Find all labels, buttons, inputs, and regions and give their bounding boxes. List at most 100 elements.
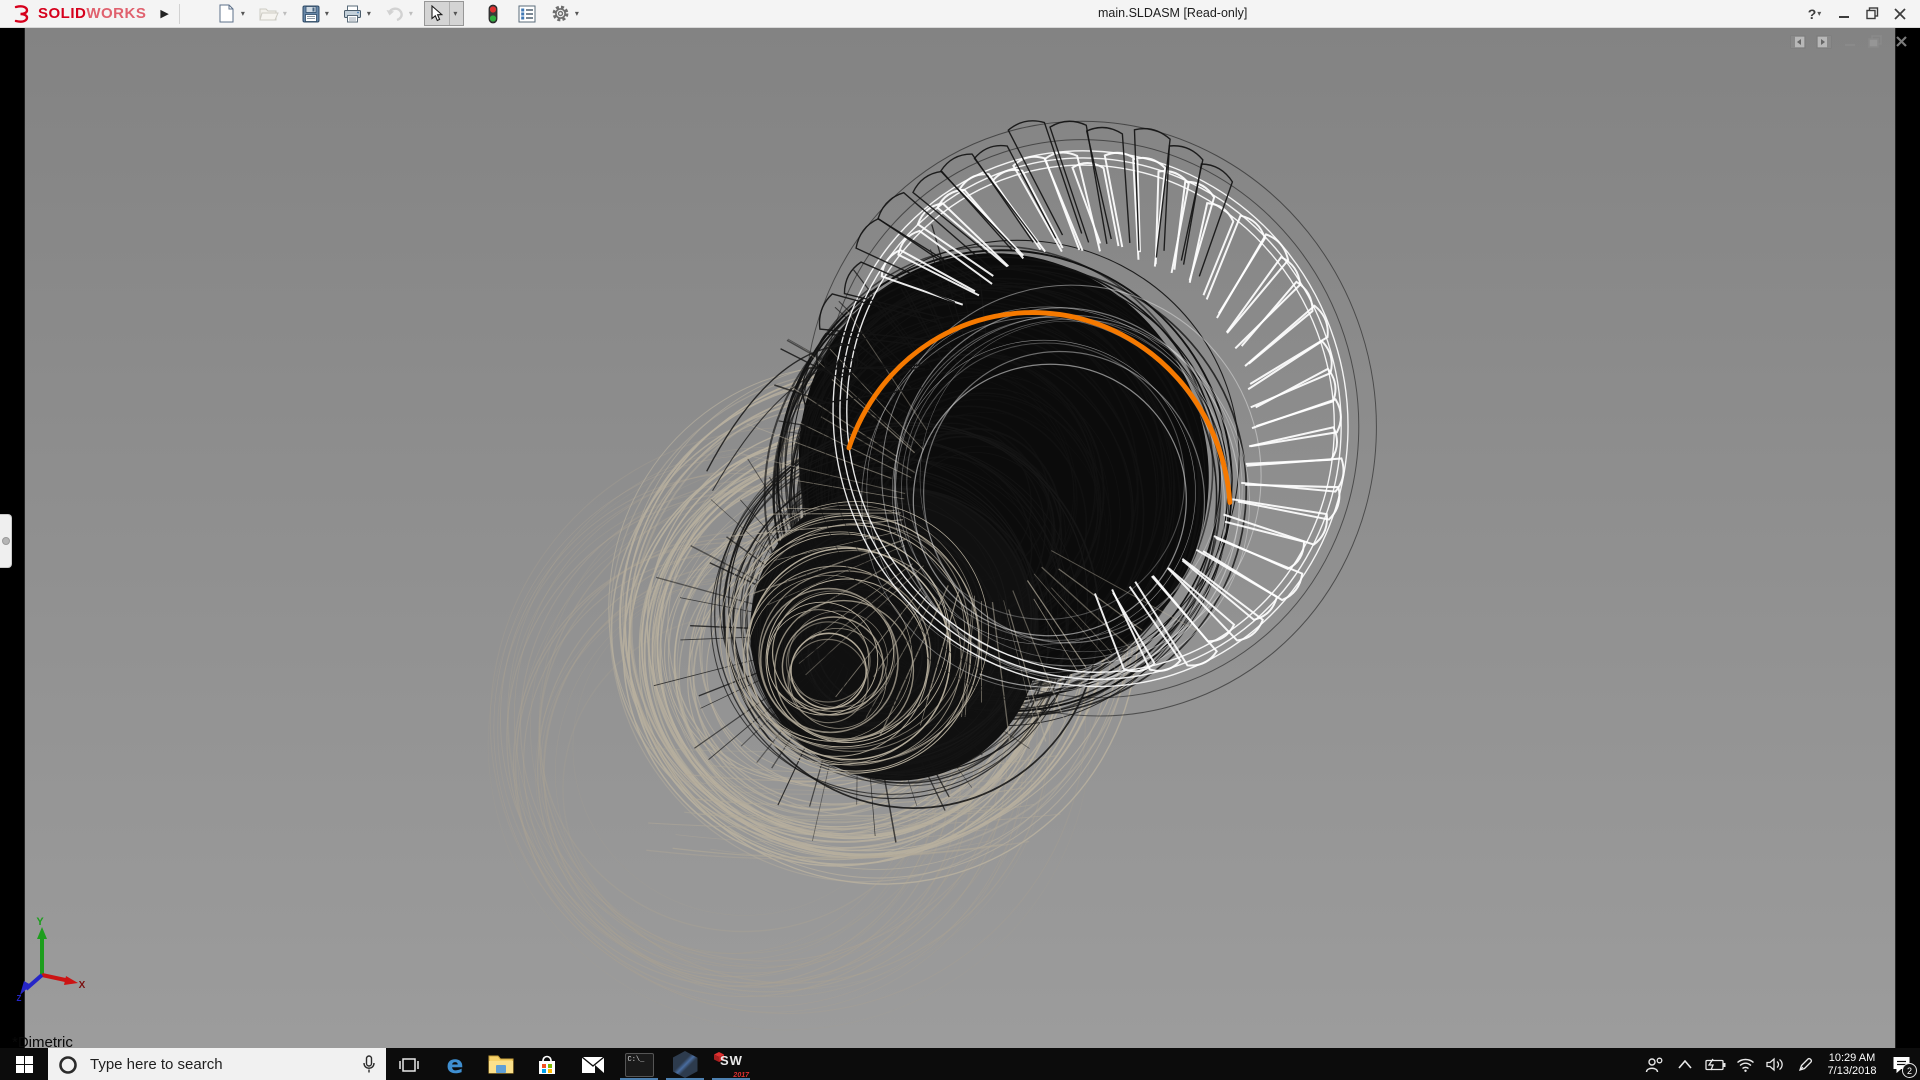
clock-date: 7/13/2018 — [1827, 1064, 1877, 1077]
close-button[interactable] — [1886, 0, 1914, 27]
taskbar-item-file-explorer[interactable] — [478, 1048, 524, 1080]
minimize-icon — [1839, 15, 1849, 18]
taskbar: e C:\_ — [0, 1048, 1920, 1080]
taskbar-item-solidworks[interactable]: SW 2017 — [708, 1048, 754, 1080]
properties-button[interactable] — [514, 1, 540, 26]
task-view-icon — [399, 1057, 419, 1072]
options-button[interactable] — [548, 1, 574, 26]
select-dropdown-icon: ▾ — [453, 9, 458, 18]
graphics-viewport[interactable]: Y X Z *Dimetric — [0, 28, 1920, 1048]
clock-time: 10:29 AM — [1828, 1051, 1876, 1064]
options-dropdown-icon[interactable]: ▾ — [575, 9, 579, 18]
minimize-button[interactable] — [1830, 0, 1858, 27]
child-close-button[interactable] — [1893, 34, 1910, 49]
triad-y-label: Y — [36, 916, 44, 928]
child-minimize-button[interactable] — [1841, 34, 1858, 49]
gear-icon — [552, 5, 569, 22]
open-document-button[interactable] — [256, 1, 282, 26]
undo-arrow-icon — [386, 7, 404, 21]
chevron-up-icon — [1678, 1060, 1692, 1069]
file-explorer-icon — [488, 1055, 514, 1074]
app-titlebar: SOLIDWORKS ▶ ▾ ▾ ▾ ▾ ▾ ▾ ▾ main.SLDASM [… — [0, 0, 1920, 28]
new-document-icon — [219, 4, 234, 23]
select-tool-dropdown[interactable]: ▾ — [448, 2, 463, 25]
taskbar-item-terminal[interactable]: C:\_ — [616, 1048, 662, 1080]
orientation-triad: Y X Z — [14, 913, 86, 1006]
search-input[interactable] — [88, 1055, 352, 1074]
taskbar-clock[interactable]: 10:29 AM 7/13/2018 — [1820, 1052, 1884, 1078]
undo-dropdown-icon[interactable]: ▾ — [409, 9, 413, 18]
triad-z-label: Z — [17, 994, 22, 1001]
sw-letters: SW — [720, 1052, 743, 1068]
restore-icon — [1865, 7, 1878, 20]
terminal-prompt: C:\_ — [627, 1055, 645, 1064]
restore-button[interactable] — [1858, 0, 1886, 27]
store-icon — [539, 1055, 555, 1074]
taskbar-item-hex-app[interactable] — [662, 1048, 708, 1080]
stoplight-icon — [488, 4, 498, 23]
network-tray-button[interactable] — [1730, 1048, 1760, 1080]
undo-button[interactable] — [382, 1, 408, 26]
new-document-button[interactable] — [214, 1, 240, 26]
battery-charging-icon — [1705, 1058, 1726, 1071]
solidworks-logo: SOLIDWORKS — [10, 4, 146, 24]
edge-icon: e — [446, 1050, 464, 1079]
menu-flyout-arrow-icon[interactable]: ▶ — [160, 7, 168, 20]
taskbar-item-mail[interactable] — [570, 1048, 616, 1080]
system-tray: 10:29 AM 7/13/2018 2 — [1640, 1048, 1920, 1080]
view-orientation-label: *Dimetric — [12, 1034, 73, 1048]
dock-pane-left-button[interactable] — [1789, 34, 1806, 49]
select-tool-group: ▾ — [423, 1, 464, 26]
open-document-dropdown-icon[interactable]: ▾ — [283, 9, 287, 18]
window-controls: ? ▾ — [1802, 0, 1914, 27]
close-icon — [1894, 7, 1906, 20]
triad-x-label: X — [79, 980, 86, 991]
feature-pane-splitter-tab[interactable] — [0, 514, 12, 568]
pen-tray-button[interactable] — [1790, 1048, 1820, 1080]
document-title: main.SLDASM [Read-only] — [1098, 6, 1248, 20]
microphone-icon[interactable] — [362, 1055, 376, 1074]
select-cursor-icon — [431, 5, 444, 22]
battery-tray-button[interactable] — [1700, 1048, 1730, 1080]
help-button[interactable]: ? ▾ — [1802, 0, 1830, 27]
taskbar-item-edge[interactable]: e — [432, 1048, 478, 1080]
mail-icon — [581, 1055, 605, 1073]
print-button[interactable] — [340, 1, 366, 26]
terminal-icon: C:\_ — [624, 1052, 654, 1077]
save-button[interactable] — [298, 1, 324, 26]
standard-toolbar: ▾ ▾ ▾ ▾ ▾ ▾ ▾ — [214, 1, 582, 26]
toolbar-separator — [178, 3, 180, 24]
people-tray-button[interactable] — [1640, 1048, 1670, 1080]
select-tool-button[interactable] — [425, 2, 449, 25]
rebuild-stoplight-button[interactable] — [480, 1, 506, 26]
volume-tray-button[interactable] — [1760, 1048, 1790, 1080]
hexagon-app-icon — [672, 1051, 698, 1078]
task-view-button[interactable] — [386, 1048, 432, 1080]
save-dropdown-icon[interactable]: ▾ — [325, 9, 329, 18]
action-center-button[interactable]: 2 — [1884, 1048, 1918, 1080]
speaker-icon — [1766, 1057, 1783, 1072]
printer-icon — [344, 5, 362, 22]
taskbar-item-store[interactable] — [524, 1048, 570, 1080]
solidworks-2017-icon: SW 2017 — [713, 1051, 749, 1079]
assembly-wireframe[interactable] — [0, 28, 1920, 1048]
child-window-controls — [1780, 34, 1910, 49]
child-restore-button[interactable] — [1867, 34, 1884, 49]
open-folder-icon — [259, 8, 279, 20]
start-button[interactable] — [0, 1048, 48, 1080]
help-dropdown-icon: ▾ — [1817, 9, 1822, 18]
tray-overflow-button[interactable] — [1670, 1048, 1700, 1080]
save-floppy-icon — [302, 5, 320, 22]
pen-icon — [1798, 1057, 1813, 1071]
taskbar-search[interactable] — [48, 1048, 386, 1080]
print-dropdown-icon[interactable]: ▾ — [367, 9, 371, 18]
splitter-grip-icon — [1, 537, 10, 545]
solidworks-logo-icon — [14, 4, 29, 23]
brand-bold: SOLID — [38, 5, 87, 22]
sw-year: 2017 — [733, 1071, 749, 1079]
notification-badge: 2 — [1902, 1063, 1917, 1078]
windows-logo-icon — [15, 1056, 33, 1073]
dock-pane-right-button[interactable] — [1815, 34, 1832, 49]
new-document-dropdown-icon[interactable]: ▾ — [241, 9, 245, 18]
cortana-icon — [59, 1055, 77, 1074]
